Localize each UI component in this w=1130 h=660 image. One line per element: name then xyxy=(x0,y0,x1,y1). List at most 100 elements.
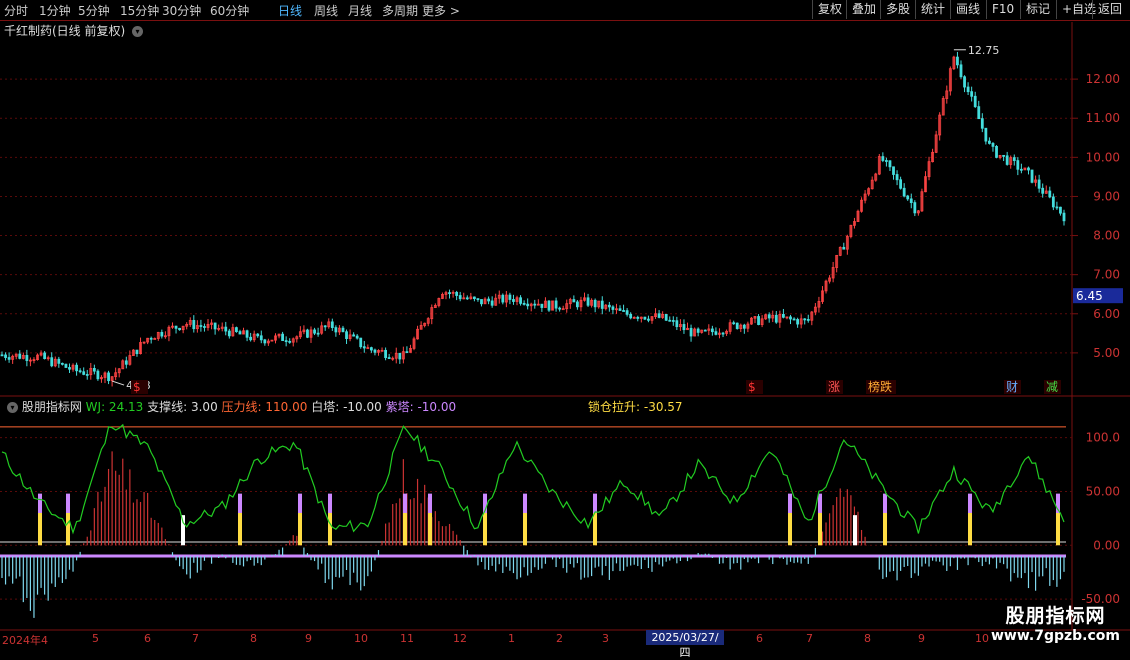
candle-body xyxy=(710,328,714,333)
candle-body xyxy=(68,367,71,370)
date-label-10: 2 xyxy=(556,632,563,645)
candle-body xyxy=(547,300,551,311)
candle-body xyxy=(675,320,679,328)
candle-body xyxy=(369,347,373,351)
purple-tower xyxy=(788,493,792,513)
purple-tower xyxy=(593,493,597,513)
ind-tick-label-2: 0.00 xyxy=(1093,538,1120,552)
event-marker-5: 减 xyxy=(1046,380,1058,394)
candle-body xyxy=(657,313,661,318)
indicator-name: 股朋指标网 xyxy=(21,400,82,414)
candle-body xyxy=(362,346,366,349)
candle-body xyxy=(18,353,22,359)
candle-body xyxy=(43,352,47,359)
candle-body xyxy=(991,143,995,147)
candle-body xyxy=(881,156,885,161)
lock-tower xyxy=(238,513,242,546)
candle-body xyxy=(721,332,725,335)
wj-line xyxy=(1,423,1065,535)
purple-tower xyxy=(523,493,527,513)
price-tick-label-3: 9.00 xyxy=(1093,189,1120,203)
candle-body xyxy=(323,325,327,328)
candle-body xyxy=(174,325,178,329)
event-marker-0: $ xyxy=(133,380,141,394)
candle-body xyxy=(629,313,633,319)
date-label-0: 2024年4 xyxy=(2,634,48,647)
candle-body xyxy=(977,106,981,120)
candle-body xyxy=(774,314,778,323)
date-label-15: 9 xyxy=(918,632,925,645)
candle-body xyxy=(281,333,284,342)
indicator-header: ▾ 股朋指标网 WJ: 24.13 支撑线: 3.00 压力线: 110.00 … xyxy=(4,398,456,415)
date-label-2: 6 xyxy=(144,632,151,645)
candle-body xyxy=(526,303,530,307)
candle-body xyxy=(7,357,11,360)
candle-body xyxy=(892,166,895,175)
candle-body xyxy=(263,339,267,344)
candle-body xyxy=(980,118,984,129)
candle-body xyxy=(199,325,203,327)
candle-body xyxy=(235,327,238,333)
price-tick-label-4: 8.00 xyxy=(1093,229,1120,243)
ind-tick-label-1: 50.00 xyxy=(1086,484,1120,498)
lock-tower xyxy=(788,513,792,546)
candle-body xyxy=(1027,167,1030,171)
date-label-9: 1 xyxy=(508,632,515,645)
candle-body xyxy=(586,297,590,306)
white-tower-value: 白塔: -10.00 xyxy=(311,400,382,414)
candle-body xyxy=(895,174,899,181)
candle-body xyxy=(1055,206,1059,209)
lock-tower xyxy=(66,513,70,546)
candle-body xyxy=(373,349,377,353)
candle-body xyxy=(345,331,348,339)
candle-body xyxy=(135,349,139,355)
lock-tower xyxy=(883,513,887,546)
high-label: 12.75 xyxy=(968,44,1000,57)
candle-body xyxy=(313,329,316,334)
purple-tower xyxy=(66,493,70,513)
candle-body xyxy=(259,335,263,341)
purple-tower xyxy=(328,493,332,513)
candle-body xyxy=(224,326,228,332)
candle-body xyxy=(792,318,796,321)
cursor-date: 2025/03/27/四 xyxy=(646,630,724,659)
ind-tick-label-0: 100.0 xyxy=(1086,431,1120,445)
chevron-down-icon[interactable]: ▾ xyxy=(7,402,18,413)
lock-tower xyxy=(38,513,42,546)
candle-body xyxy=(153,338,157,340)
candle-body xyxy=(249,336,253,341)
date-label-1: 5 xyxy=(92,632,99,645)
candle-body xyxy=(387,357,391,359)
candle-body xyxy=(512,299,515,302)
candle-body xyxy=(405,351,409,354)
candle-body xyxy=(696,328,700,333)
candle-body xyxy=(988,140,991,144)
candle-body xyxy=(476,298,480,301)
candle-body xyxy=(359,337,363,348)
candle-body xyxy=(107,372,110,382)
current-price-label: 6.45 xyxy=(1076,289,1103,303)
candle-body xyxy=(448,292,451,295)
candle-body xyxy=(540,303,544,308)
candle-body xyxy=(1005,155,1009,165)
candle-body xyxy=(490,300,494,306)
date-label-13: 7 xyxy=(806,632,813,645)
candle-body xyxy=(888,160,892,168)
date-label-16: 10 xyxy=(975,632,989,645)
purple-tower xyxy=(428,493,432,513)
event-marker-1: $ xyxy=(748,380,756,394)
event-marker-2: 涨 xyxy=(828,379,840,394)
candle-body xyxy=(600,300,604,309)
watermark-line2: www.7gpzb.com xyxy=(990,628,1120,644)
candle-body xyxy=(782,314,785,318)
lock-tower xyxy=(298,513,302,546)
price-tick-label-6: 6.00 xyxy=(1093,307,1120,321)
lock-tower xyxy=(328,513,332,546)
white-tower xyxy=(853,515,857,546)
candle-body xyxy=(384,349,387,358)
candle-body xyxy=(956,56,959,66)
candle-body xyxy=(966,86,970,93)
candle-body xyxy=(647,318,650,321)
candle-body xyxy=(227,330,231,337)
candle-body xyxy=(288,340,292,343)
